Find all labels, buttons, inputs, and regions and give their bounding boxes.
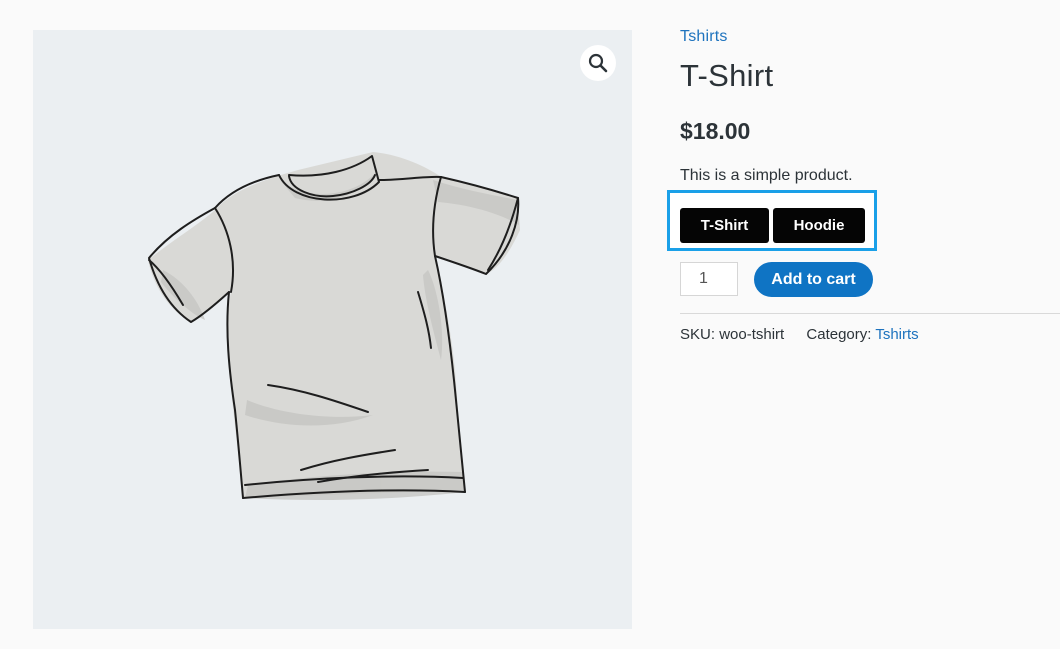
quantity-input[interactable] — [680, 262, 738, 296]
category-label: Category: — [806, 326, 876, 343]
divider — [680, 313, 1060, 314]
zoom-button[interactable] — [580, 45, 616, 81]
category-link[interactable]: Tshirts — [680, 28, 728, 46]
swatch-tshirt[interactable]: T-Shirt — [680, 208, 769, 243]
sku-label: SKU: — [680, 326, 720, 343]
short-description: This is a simple product. — [680, 167, 853, 184]
sku-value: woo-tshirt — [719, 326, 785, 343]
product-image — [148, 152, 520, 500]
magnifier-icon — [588, 53, 608, 73]
product-page: Tshirts T-Shirt $18.00 This is a simple … — [0, 0, 1060, 649]
swatch-hoodie[interactable]: Hoodie — [773, 208, 865, 243]
meta-category-link[interactable]: Tshirts — [875, 326, 918, 343]
product-price: $18.00 — [680, 118, 751, 144]
product-meta: SKU: woo-tshirt Category: Tshirts — [680, 326, 919, 343]
product-summary: Tshirts T-Shirt $18.00 This is a simple … — [667, 0, 1060, 649]
variation-swatches: T-Shirt Hoodie — [667, 190, 877, 251]
product-gallery — [33, 30, 632, 629]
product-title: T-Shirt — [680, 58, 774, 93]
add-to-cart-button[interactable]: Add to cart — [754, 262, 873, 297]
